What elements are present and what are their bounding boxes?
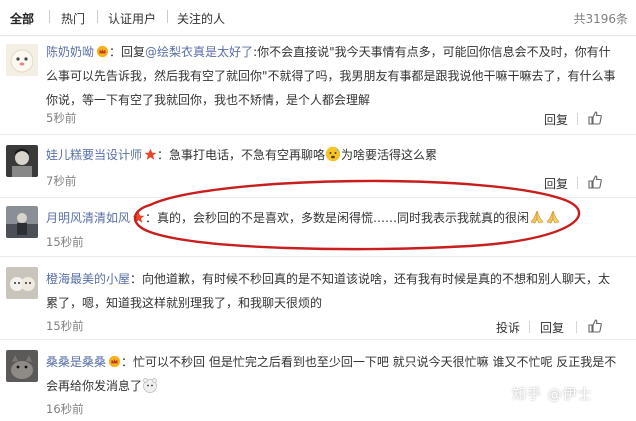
tab-divider [49, 10, 50, 23]
reply-button[interactable]: 回复 [544, 175, 568, 192]
red-star-badge-icon [142, 148, 157, 162]
gold-crown-badge-icon [94, 45, 109, 59]
comment-username[interactable]: 桑桑是桑桑 [46, 355, 106, 369]
bear-face-emoji-icon [142, 378, 158, 393]
thumbs-up-icon[interactable] [588, 319, 602, 333]
comment-item: 月明风清清如风 ：真的，会秒回的不是喜欢，多数是闲得慌……同时我表示我就真的很闲 … [0, 198, 636, 257]
avatar[interactable] [6, 267, 38, 299]
comment-actions: 回复 [544, 175, 614, 191]
action-divider [576, 321, 577, 333]
avatar[interactable] [6, 350, 38, 382]
comment-item: 陈奶奶呦 ：回复@绘梨衣真是太好了:你不会直接说"我今天事情有点多，可能回你信息会… [0, 36, 636, 135]
tab-verified[interactable]: 认证用户 [108, 10, 156, 27]
action-divider [577, 177, 578, 189]
comment-username[interactable]: 娃儿糕要当设计师 [46, 148, 142, 162]
sweat-face-emoji-icon [325, 146, 341, 162]
tab-divider [97, 10, 98, 23]
comment-username[interactable]: 月明风清清如风 [46, 211, 130, 225]
report-button[interactable]: 投诉 [496, 319, 520, 336]
gold-crown-badge-icon [106, 355, 121, 369]
comment-time: 15秒前 [46, 319, 84, 333]
comment-text: 橙海最美的小屋：向他道歉，有时候不秒回真的是不知道该说啥，还有我有时候是真的不想… [46, 272, 611, 310]
thumbs-up-icon[interactable] [588, 111, 602, 125]
praying-hands-emoji-icon [545, 210, 561, 225]
red-star-badge-icon [130, 211, 145, 225]
thumbs-up-icon[interactable] [588, 175, 602, 189]
mention-link[interactable]: @绘梨衣真是太好了 [145, 45, 253, 59]
tab-hot[interactable]: 热门 [61, 10, 85, 27]
comment-username[interactable]: 橙海最美的小屋 [46, 272, 130, 286]
comment-item: 桑桑是桑桑 ：忙可以不秒回 但是忙完之后看到也至少回一下吧 就只说今天很忙嘛 谁又… [0, 340, 636, 421]
comment-item: 橙海最美的小屋：向他道歉，有时候不秒回真的是不知道该说啥，还有我有时候是真的不想… [0, 257, 636, 340]
reply-button[interactable]: 回复 [540, 319, 564, 336]
avatar[interactable] [6, 145, 38, 177]
avatar[interactable] [6, 206, 38, 238]
comment-actions: 回复 [544, 111, 614, 127]
tab-divider [167, 10, 168, 23]
praying-hands-emoji-icon [529, 210, 545, 225]
avatar[interactable] [6, 44, 38, 76]
comment-time: 7秒前 [46, 174, 77, 188]
watermark: 知乎 @伊士 [512, 387, 593, 403]
tab-all[interactable]: 全部 [10, 10, 34, 27]
comment-filter-tabs: 全部 热门 认证用户 关注的人 共3196条 [0, 0, 636, 36]
tab-following[interactable]: 关注的人 [177, 10, 225, 27]
comment-username[interactable]: 陈奶奶呦 [46, 45, 94, 59]
comment-time: 5秒前 [46, 111, 77, 125]
comment-time: 16秒前 [46, 402, 84, 416]
comment-count: 共3196条 [573, 12, 628, 26]
comment-item: 娃儿糕要当设计师 ：急事打电话，不急有空再聊咯 为啥要活得这么累 7秒前 回复 [0, 135, 636, 198]
reply-button[interactable]: 回复 [544, 111, 568, 128]
comment-actions: 投诉 回复 [496, 319, 614, 335]
comment-text: 月明风清清如风 ：真的，会秒回的不是喜欢，多数是闲得慌……同时我表示我就真的很闲 [46, 206, 622, 230]
action-divider [577, 113, 578, 125]
comment-text: 陈奶奶呦 ：回复@绘梨衣真是太好了:你不会直接说"我今天事情有点多，可能回你信息会… [46, 45, 616, 107]
action-divider [529, 321, 530, 333]
comment-time: 15秒前 [46, 235, 84, 249]
comment-text: 娃儿糕要当设计师 ：急事打电话，不急有空再聊咯 为啥要活得这么累 [46, 146, 438, 162]
